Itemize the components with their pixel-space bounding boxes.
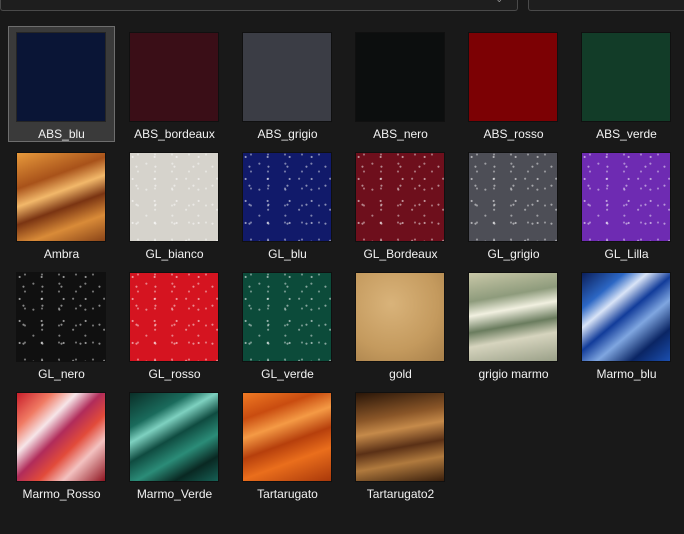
texture-label: GL_Lilla <box>604 247 649 261</box>
texture-label: GL_bianco <box>145 247 204 261</box>
texture-thumbnail <box>17 273 105 361</box>
texture-label: ABS_nero <box>373 127 428 141</box>
texture-label: ABS_rosso <box>483 127 544 141</box>
texture-label: Marmo_Rosso <box>22 487 101 501</box>
texture-thumbnail <box>243 393 331 481</box>
texture-thumbnail <box>469 273 557 361</box>
path-field[interactable]: ⌄ <box>0 0 518 11</box>
texture-thumbnail <box>243 153 331 241</box>
texture-thumbnail <box>356 273 444 361</box>
texture-thumbnail <box>582 153 670 241</box>
texture-thumbnail <box>17 153 105 241</box>
texture-label: ABS_bordeaux <box>134 127 215 141</box>
texture-thumbnail <box>130 273 218 361</box>
texture-label: GL_nero <box>38 367 85 381</box>
texture-thumbnail <box>469 33 557 121</box>
texture-label: gold <box>389 367 412 381</box>
texture-tile[interactable]: GL_rosso <box>121 266 228 382</box>
texture-label: Ambra <box>43 247 80 261</box>
texture-tile[interactable]: GL_Bordeaux <box>347 146 454 262</box>
search-field[interactable] <box>528 0 684 11</box>
texture-label: grigio marmo <box>478 367 549 381</box>
texture-label: ABS_blu <box>38 127 85 141</box>
texture-tile[interactable]: GL_nero <box>8 266 115 382</box>
texture-tile[interactable]: GL_Lilla <box>573 146 680 262</box>
texture-label: GL_blu <box>268 247 307 261</box>
texture-tile[interactable]: ABS_nero <box>347 26 454 142</box>
texture-label: Marmo_blu <box>596 367 657 381</box>
texture-tile[interactable]: GL_bianco <box>121 146 228 262</box>
texture-thumbnail <box>130 153 218 241</box>
texture-thumbnail <box>17 393 105 481</box>
texture-label: GL_verde <box>261 367 314 381</box>
texture-tile[interactable]: Marmo_Rosso <box>8 386 115 502</box>
texture-thumbnail <box>243 33 331 121</box>
texture-tile[interactable]: Tartarugato2 <box>347 386 454 502</box>
texture-tile[interactable]: grigio marmo <box>460 266 567 382</box>
texture-thumbnail <box>356 153 444 241</box>
texture-thumbnail <box>130 33 218 121</box>
texture-tile[interactable]: gold <box>347 266 454 382</box>
top-toolbar: ⌄ <box>0 0 684 14</box>
texture-label: ABS_grigio <box>257 127 318 141</box>
chevron-down-icon[interactable]: ⌄ <box>495 0 503 5</box>
texture-label: Tartarugato2 <box>366 487 435 501</box>
texture-label: GL_grigio <box>487 247 540 261</box>
texture-thumbnail <box>243 273 331 361</box>
texture-grid: ABS_blu ABS_bordeaux ABS_grigio ABS_nero… <box>8 26 684 502</box>
texture-tile[interactable]: ABS_rosso <box>460 26 567 142</box>
texture-tile[interactable]: Marmo_Verde <box>121 386 228 502</box>
texture-label: ABS_verde <box>596 127 657 141</box>
texture-tile[interactable]: ABS_bordeaux <box>121 26 228 142</box>
texture-thumbnail <box>356 33 444 121</box>
texture-tile[interactable]: Tartarugato <box>234 386 341 502</box>
texture-tile[interactable]: GL_grigio <box>460 146 567 262</box>
texture-tile[interactable]: GL_blu <box>234 146 341 262</box>
texture-thumbnail <box>469 153 557 241</box>
texture-tile[interactable]: ABS_blu <box>8 26 115 142</box>
texture-tile[interactable]: Ambra <box>8 146 115 262</box>
texture-tile[interactable]: ABS_grigio <box>234 26 341 142</box>
texture-label: GL_Bordeaux <box>363 247 438 261</box>
texture-tile[interactable]: ABS_verde <box>573 26 680 142</box>
texture-thumbnail <box>582 273 670 361</box>
texture-thumbnail <box>130 393 218 481</box>
texture-thumbnail <box>582 33 670 121</box>
texture-thumbnail <box>17 33 105 121</box>
texture-label: Marmo_Verde <box>136 487 213 501</box>
texture-tile[interactable]: Marmo_blu <box>573 266 680 382</box>
texture-tile[interactable]: GL_verde <box>234 266 341 382</box>
texture-thumbnail <box>356 393 444 481</box>
texture-label: GL_rosso <box>148 367 201 381</box>
texture-label: Tartarugato <box>257 487 318 501</box>
